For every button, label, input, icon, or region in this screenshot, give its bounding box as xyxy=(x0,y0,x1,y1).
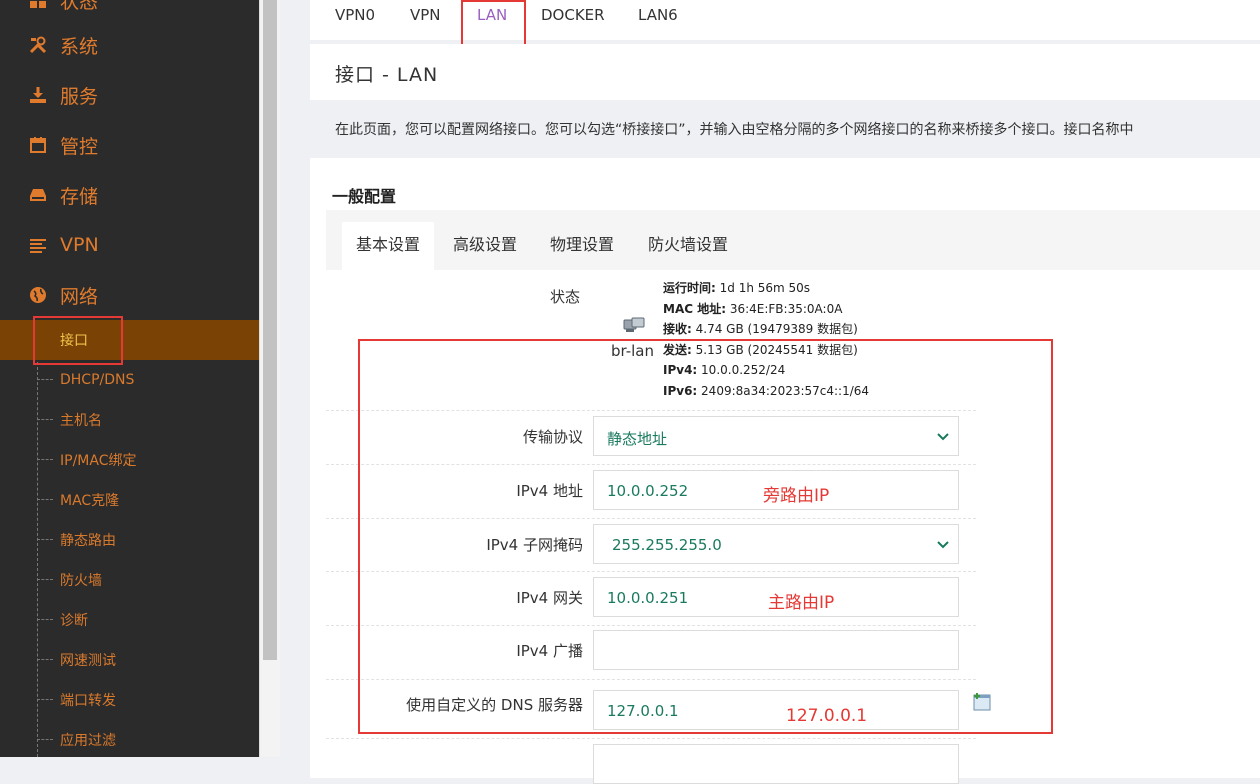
tools-icon xyxy=(28,36,48,54)
sidebar-sub-dhcp-dns[interactable]: DHCP/DNS xyxy=(0,360,259,400)
tab-vpn0[interactable]: VPN0 xyxy=(335,6,375,24)
dashboard-icon xyxy=(28,0,48,9)
sidebar-item-status[interactable]: 状态 xyxy=(0,0,259,20)
sidebar-item-storage[interactable]: 存储 xyxy=(0,175,259,215)
sidebar-item-vpn[interactable]: VPN xyxy=(0,225,259,265)
sidebar-sub-firewall[interactable]: 防火墙 xyxy=(0,560,259,600)
status-rx: 接收: 4.74 GB (19479389 数据包) xyxy=(663,322,858,336)
sidebar-scrollbar[interactable] xyxy=(259,0,280,757)
sidebar-item-label: 服务 xyxy=(60,85,99,108)
status-uptime: 运行时间: 1d 1h 56m 50s xyxy=(663,281,811,295)
sidebar-sub-hostnames[interactable]: 主机名 xyxy=(0,400,259,440)
sidebar-item-label: 管控 xyxy=(60,135,99,158)
calendar-icon xyxy=(28,136,48,154)
sidebar-sub-label: DHCP/DNS xyxy=(60,372,135,388)
drive-icon xyxy=(28,186,48,204)
annotation-box-tab xyxy=(461,0,526,48)
annotation-box-form xyxy=(358,339,1053,734)
sidebar-item-label: VPN xyxy=(60,234,99,256)
next-field-input[interactable] xyxy=(593,744,959,784)
sidebar-sub-speedtest[interactable]: 网速测试 xyxy=(0,640,259,680)
network-device-icon xyxy=(623,316,645,338)
sidebar-sub-label: 应用过滤 xyxy=(60,733,116,749)
sidebar-sub-port-forward[interactable]: 端口转发 xyxy=(0,680,259,720)
sidebar-sub-label: 网速测试 xyxy=(60,653,116,669)
sidebar-item-label: 系统 xyxy=(60,35,99,58)
sidebar-sub-label: 静态路由 xyxy=(60,533,116,549)
tab-docker[interactable]: DOCKER xyxy=(541,6,605,24)
subtab-advanced[interactable]: 高级设置 xyxy=(439,222,531,270)
page-title: 接口 - LAN xyxy=(335,64,439,86)
sidebar-item-label: 网络 xyxy=(60,285,99,308)
sidebar-item-system[interactable]: 系统 xyxy=(0,25,259,65)
sidebar-sub-label: 防火墙 xyxy=(60,573,102,589)
sidebar-sub-diagnostics[interactable]: 诊断 xyxy=(0,600,259,640)
subtab-basic[interactable]: 基本设置 xyxy=(342,222,435,270)
download-icon xyxy=(28,86,48,104)
sidebar-item-label: 存储 xyxy=(60,185,99,208)
sidebar-sub-label: 端口转发 xyxy=(60,693,116,709)
sidebar-sub-label: 诊断 xyxy=(60,613,88,629)
sidebar-item-label: 状态 xyxy=(60,0,99,13)
settings-subtabs: 基本设置 高级设置 物理设置 防火墙设置 xyxy=(326,210,1260,270)
sidebar-item-network[interactable]: 网络 xyxy=(0,275,259,315)
sidebar-sub-label: MAC克隆 xyxy=(60,493,120,509)
status-mac: MAC 地址: 36:4E:FB:35:0A:0A xyxy=(663,301,843,316)
status-label: 状态 xyxy=(550,288,581,306)
interface-tabs: VPN0 VPN LAN DOCKER LAN6 xyxy=(310,0,1260,40)
sidebar-sub-ip-mac-binding[interactable]: IP/MAC绑定 xyxy=(0,440,259,480)
subtab-firewall[interactable]: 防火墙设置 xyxy=(634,222,742,270)
globe-icon xyxy=(28,286,48,304)
sidebar-sub-static-routes[interactable]: 静态路由 xyxy=(0,520,259,560)
sidebar-sub-label: 主机名 xyxy=(60,413,102,429)
page-description: 在此页面，您可以配置网络接口。您可以勾选“桥接接口”，并输入由空格分隔的多个网络… xyxy=(335,122,1134,138)
sidebar-sub-label: IP/MAC绑定 xyxy=(60,453,137,469)
sidebar-sub-mac-clone[interactable]: MAC克隆 xyxy=(0,480,259,520)
list-icon xyxy=(28,236,48,254)
title-card: 接口 - LAN xyxy=(310,44,1260,100)
sidebar-sub-app-filter[interactable]: 应用过滤 xyxy=(0,720,259,760)
sidebar-item-control[interactable]: 管控 xyxy=(0,125,259,165)
sidebar: 状态 系统 服务 管控 存储 VPN 网络 接口 DHCP/DNS 主机名 IP… xyxy=(0,0,259,757)
tab-lan6[interactable]: LAN6 xyxy=(638,6,678,24)
annotation-box-sidebar xyxy=(33,316,123,365)
scrollbar-thumb[interactable] xyxy=(263,0,277,660)
subtab-physical[interactable]: 物理设置 xyxy=(536,222,628,270)
sidebar-item-services[interactable]: 服务 xyxy=(0,75,259,115)
tab-vpn[interactable]: VPN xyxy=(410,6,441,24)
section-title: 一般配置 xyxy=(332,187,397,206)
